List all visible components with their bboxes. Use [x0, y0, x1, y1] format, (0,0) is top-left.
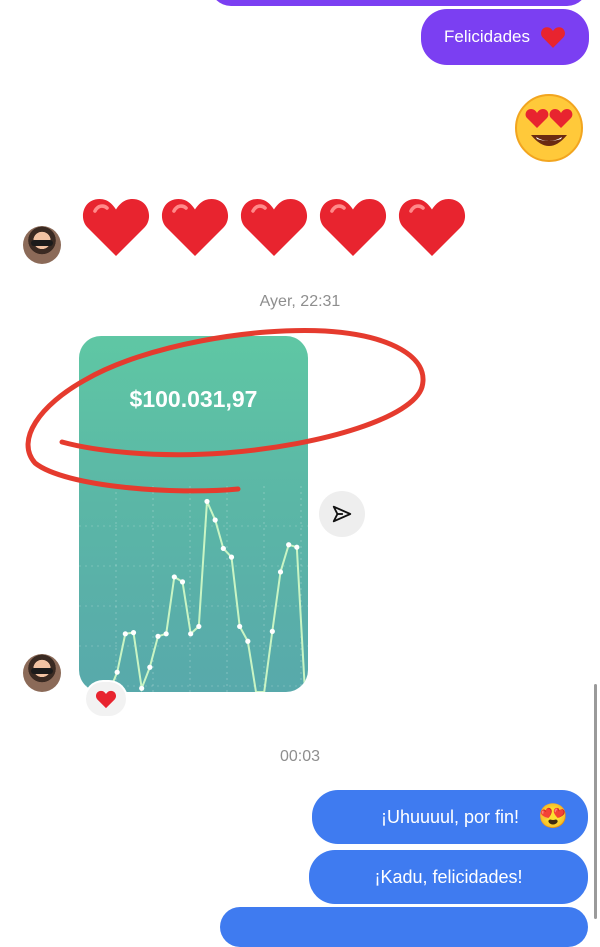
- data-point: [147, 664, 153, 670]
- data-point: [245, 638, 251, 644]
- message-text: ¡Uhuuuul, por fin!: [380, 806, 520, 827]
- avatar[interactable]: [23, 226, 61, 264]
- data-point: [196, 623, 202, 630]
- heart-icon: [95, 690, 117, 709]
- paper-plane-icon: [332, 505, 352, 523]
- heart-icon: [319, 199, 387, 256]
- data-point: [212, 517, 218, 523]
- series-line: [108, 500, 306, 692]
- heart-icon: [161, 199, 229, 256]
- data-point: [220, 545, 226, 552]
- previous-message-bubble[interactable]: [210, 0, 588, 6]
- timestamp-separator: 00:03: [279, 748, 321, 765]
- hearts-message[interactable]: [80, 190, 475, 265]
- data-point: [114, 669, 120, 675]
- heart-icon: [82, 199, 150, 256]
- next-message-bubble[interactable]: [220, 907, 588, 947]
- message-kadu-felicidades[interactable]: ¡Kadu, felicidades!: [309, 850, 588, 904]
- data-point: [277, 569, 284, 575]
- data-point: [286, 542, 292, 548]
- timestamp-separator: Ayer, 22:31: [259, 293, 341, 310]
- avatar[interactable]: [23, 654, 61, 692]
- data-point: [188, 631, 194, 637]
- message-text: ¡Kadu, felicidades!: [374, 866, 523, 887]
- data-point: [294, 544, 300, 550]
- heart-icon: [240, 199, 308, 256]
- message-uhuuuul[interactable]: ¡Uhuuuul, por fin! 😍: [312, 790, 588, 844]
- data-point: [179, 579, 186, 585]
- data-point: [228, 554, 235, 560]
- heart-icon: [398, 199, 466, 256]
- chart-grid: [79, 486, 308, 692]
- scrollbar[interactable]: [594, 684, 597, 919]
- data-point: [130, 630, 137, 636]
- share-button[interactable]: [319, 491, 365, 537]
- message-felicidades[interactable]: Felicidades: [421, 9, 589, 65]
- data-point: [155, 633, 161, 639]
- data-point: [163, 631, 169, 637]
- smiling-face-with-heart-eyes-icon[interactable]: [514, 93, 584, 163]
- data-point: [269, 628, 275, 634]
- data-point: [237, 623, 243, 630]
- red-circle-annotation: [25, 328, 426, 494]
- data-point: [171, 574, 177, 580]
- heart-icon: [541, 27, 565, 48]
- chart-series: [108, 498, 306, 692]
- reaction-heart[interactable]: [86, 682, 126, 716]
- data-point: [139, 685, 145, 691]
- balance-chart: [79, 486, 308, 692]
- data-point: [122, 631, 128, 637]
- smiling-face-with-heart-eyes-icon: 😍: [538, 803, 568, 830]
- message-text: Felicidades: [444, 27, 530, 46]
